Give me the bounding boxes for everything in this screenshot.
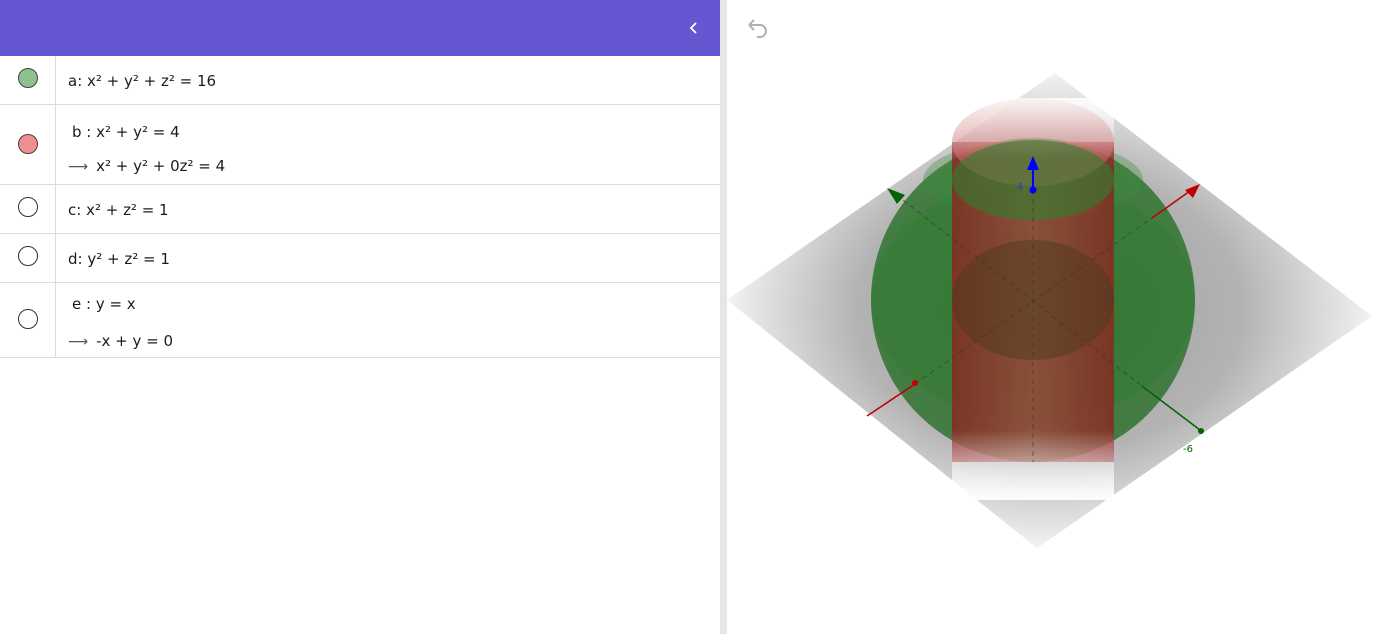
marble-cell (0, 283, 56, 357)
output-text-b: x² + y² + 0z² = 4 (96, 157, 226, 175)
algebra-row-b[interactable]: b : x² + y² = 4 ⟶ x² + y² + 0z² = 4 (0, 105, 720, 185)
chevron-left-icon (689, 22, 697, 34)
algebra-list: a: x² + y² + z² = 16 b : x² + y² = 4 ⟶ x²… (0, 56, 720, 358)
visibility-toggle-a[interactable] (18, 68, 38, 88)
x-axis-point (912, 380, 918, 386)
visibility-toggle-b[interactable] (18, 134, 38, 154)
equation-input-e[interactable]: e : y = x (72, 295, 136, 313)
output-text-e: -x + y = 0 (96, 332, 173, 350)
marble-cell (0, 234, 56, 282)
panel-divider[interactable] (720, 0, 727, 634)
output-arrow-icon: ⟶ (68, 159, 89, 175)
z-axis-tick-label: 4 (1017, 182, 1023, 193)
equation-output-b: ⟶ x² + y² + 0z² = 4 (68, 157, 225, 175)
algebra-row-a[interactable]: a: x² + y² + z² = 16 (0, 56, 720, 105)
algebra-view: a: x² + y² + z² = 16 b : x² + y² = 4 ⟶ x²… (0, 0, 720, 634)
equation-input-c[interactable]: c: x² + z² = 1 (68, 201, 169, 219)
y-axis-point (1198, 428, 1204, 434)
algebra-row-c[interactable]: c: x² + z² = 1 (0, 185, 720, 234)
marble-cell (0, 56, 56, 104)
algebra-header (0, 0, 720, 56)
visibility-toggle-e[interactable] (18, 309, 38, 329)
3d-scene[interactable]: -6 4 (727, 0, 1375, 634)
equation-input-a[interactable]: a: x² + y² + z² = 16 (68, 72, 216, 90)
equation-output-e: ⟶ -x + y = 0 (68, 332, 173, 350)
y-axis-tick-label: -6 (1183, 444, 1193, 455)
visibility-toggle-c[interactable] (18, 197, 38, 217)
equation-input-d[interactable]: d: y² + z² = 1 (68, 250, 170, 268)
marble-cell (0, 105, 56, 184)
algebra-row-e[interactable]: e : y = x ⟶ -x + y = 0 (0, 283, 720, 358)
cylinder-bottom-fade (952, 430, 1114, 500)
algebra-row-d[interactable]: d: y² + z² = 1 (0, 234, 720, 283)
marble-cell (0, 185, 56, 233)
output-arrow-icon: ⟶ (68, 334, 89, 350)
geogebra-app: a: x² + y² + z² = 16 b : x² + y² = 4 ⟶ x²… (0, 0, 1375, 634)
collapse-panel-button[interactable] (680, 14, 708, 42)
z-axis-point (1029, 186, 1037, 194)
graphics-3d-view[interactable]: -6 4 (727, 0, 1375, 634)
equation-input-b[interactable]: b : x² + y² = 4 (72, 123, 180, 141)
visibility-toggle-d[interactable] (18, 246, 38, 266)
